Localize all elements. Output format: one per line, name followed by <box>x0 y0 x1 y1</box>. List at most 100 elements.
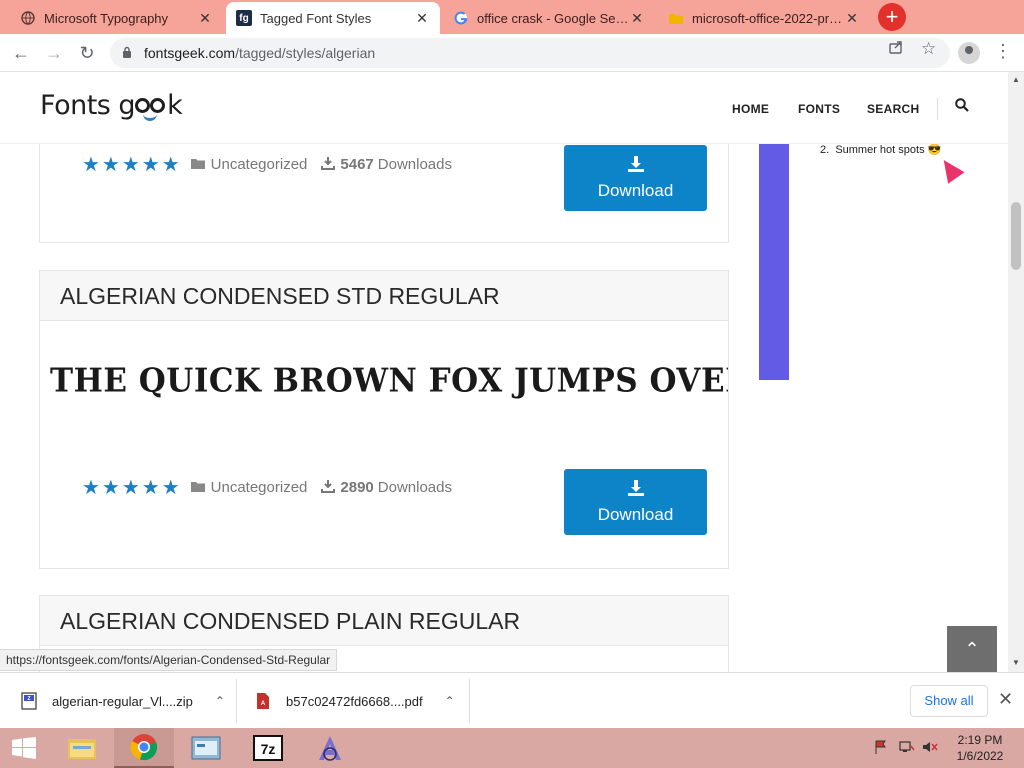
shelf-divider <box>236 679 237 723</box>
google-icon <box>453 10 469 26</box>
chevron-up-icon[interactable]: ⌃ <box>215 694 225 708</box>
download-item-zip[interactable]: Z algerian-regular_Vl....zip ⌃ <box>20 673 225 729</box>
download-icon <box>321 479 336 496</box>
scroll-up-arrow-icon[interactable]: ▲ <box>1012 75 1020 84</box>
scrollbar-thumb[interactable] <box>1011 202 1021 270</box>
downloads-count: 5467 <box>340 156 374 173</box>
back-to-top-button[interactable]: ⌃ <box>947 626 997 672</box>
show-all-downloads-button[interactable]: Show all <box>910 685 988 717</box>
tab-microsoft-office-2022[interactable]: microsoft-office-2022-produ ✕ <box>658 2 870 34</box>
download-filename: algerian-regular_Vl....zip <box>52 693 193 709</box>
nav-divider <box>937 98 938 120</box>
share-icon[interactable] <box>888 39 904 59</box>
close-icon[interactable]: ✕ <box>197 10 213 27</box>
shelf-divider <box>469 679 470 723</box>
download-button[interactable]: Download <box>564 145 707 211</box>
lock-icon <box>122 46 134 61</box>
tab-office-crask-google-search[interactable]: office crask - Google Search ✕ <box>443 2 655 34</box>
sidebar-accent-bar <box>759 144 789 380</box>
logo-text-prefix: Fonts g <box>40 90 136 121</box>
close-icon[interactable]: ✕ <box>629 10 645 27</box>
browser-toolbar: ← → ↻ fontsgeek.com/tagged/styles/algeri… <box>0 34 1024 72</box>
fontsgeek-favicon-icon: fg <box>236 10 252 26</box>
back-arrow-icon[interactable]: ← <box>9 41 33 65</box>
download-button[interactable]: Download <box>564 469 707 535</box>
font-app-icon[interactable] <box>300 728 360 768</box>
search-icon[interactable] <box>955 98 969 116</box>
font-card-title[interactable]: ALGERIAN CONDENSED PLAIN REGULAR <box>40 596 728 646</box>
folder-icon <box>190 480 206 496</box>
sidebar-list-item[interactable]: 2. Summer hot spots 😎 <box>820 143 941 156</box>
volume-muted-icon[interactable] <box>922 740 938 757</box>
tab-title: Microsoft Typography <box>44 10 169 26</box>
category-item[interactable]: Uncategorized <box>190 156 307 173</box>
close-icon[interactable]: ✕ <box>844 10 860 27</box>
file-explorer-icon[interactable] <box>52 728 112 768</box>
browser-tab-strip: Microsoft Typography ✕ fg Tagged Font St… <box>0 0 1024 34</box>
menu-kebab-icon[interactable]: ⋮ <box>994 41 1012 62</box>
category-item[interactable]: Uncategorized <box>190 479 308 496</box>
url-host: fontsgeek.com <box>144 45 236 61</box>
nav-home[interactable]: HOME <box>732 102 769 116</box>
nav-search[interactable]: SEARCH <box>867 102 919 116</box>
folder-icon <box>190 157 206 173</box>
close-icon[interactable]: ✕ <box>414 10 430 27</box>
download-icon <box>564 479 707 500</box>
tab-tagged-font-styles[interactable]: fg Tagged Font Styles ✕ <box>226 2 440 34</box>
tab-microsoft-typography[interactable]: Microsoft Typography ✕ <box>10 2 223 34</box>
fontsgeek-logo[interactable]: Fonts g k <box>40 90 183 121</box>
page-viewport: Fonts g k HOME FONTS SEARCH ★★★★★ Uncateg… <box>0 72 1008 672</box>
chrome-icon[interactable] <box>114 728 174 768</box>
font-card-algerian-condensed-std: ALGERIAN CONDENSED STD REGULAR THE QUICK… <box>39 270 729 569</box>
chevron-up-icon[interactable]: ⌃ <box>445 694 455 708</box>
page-scrollbar[interactable]: ▲ ▼ <box>1008 72 1024 672</box>
font-card-title[interactable]: ALGERIAN CONDENSED STD REGULAR <box>40 271 728 321</box>
tab-title: microsoft-office-2022-produ <box>692 10 844 26</box>
download-filename: b57c02472fd6668....pdf <box>286 693 423 709</box>
tab-title: Tagged Font Styles <box>260 10 372 26</box>
downloads-shelf: Z algerian-regular_Vl....zip ⌃ A b57c024… <box>0 672 1024 728</box>
nav-fonts[interactable]: FONTS <box>798 102 840 116</box>
tab-title: office crask - Google Search <box>477 10 629 26</box>
clock-date: 1/6/2022 <box>956 749 1004 763</box>
scroll-down-arrow-icon[interactable]: ▼ <box>1012 658 1020 667</box>
windows-start-icon[interactable] <box>0 728 48 768</box>
7zip-icon[interactable]: 7z <box>238 728 298 768</box>
pdf-icon: A <box>254 692 272 710</box>
downloads-count: 2890 <box>340 479 374 496</box>
rating-stars-icon: ★★★★★ <box>82 154 182 176</box>
forward-arrow-icon[interactable]: → <box>42 41 66 65</box>
downloads-count-item: 2890 Downloads <box>321 479 452 496</box>
logo-text-suffix: k <box>167 90 183 121</box>
zip-icon: Z <box>20 692 38 710</box>
bookmark-star-icon[interactable]: ☆ <box>921 39 936 59</box>
site-header: Fonts g k HOME FONTS SEARCH <box>0 72 1008 144</box>
flag-icon[interactable] <box>874 740 888 757</box>
font-meta-row: ★★★★★ Uncategorized 5467 Downloads <box>82 152 466 177</box>
mouse-cursor-icon <box>935 154 965 184</box>
reload-icon[interactable]: ↻ <box>75 41 99 65</box>
download-button-label: Download <box>597 181 674 200</box>
svg-text:A: A <box>261 701 266 707</box>
font-preview-text[interactable]: THE QUICK BROWN FOX JUMPS OVER THE LAZY … <box>50 362 728 400</box>
new-tab-button[interactable]: + <box>878 3 906 31</box>
list-text: Summer hot spots 😎 <box>835 144 942 156</box>
windows-taskbar: 7z 2:19 PM 1/6/2022 <box>0 728 1024 768</box>
control-panel-icon[interactable] <box>176 728 236 768</box>
clock-time: 2:19 PM <box>957 733 1003 747</box>
category-label: Uncategorized <box>210 479 308 496</box>
svg-text:7z: 7z <box>261 741 276 757</box>
folder-icon <box>668 10 684 26</box>
url-path: /tagged/styles/algerian <box>235 45 376 61</box>
logo-eyes-icon <box>135 96 167 121</box>
download-button-label: Download <box>597 505 674 524</box>
network-icon[interactable] <box>899 740 915 757</box>
address-bar[interactable]: fontsgeek.com/tagged/styles/algerian <box>110 38 950 68</box>
profile-avatar-icon[interactable] <box>958 42 980 64</box>
font-meta-row: ★★★★★ Uncategorized 2890 Downloads <box>82 475 466 500</box>
svg-text:Z: Z <box>27 696 30 702</box>
download-icon <box>564 155 707 176</box>
taskbar-clock[interactable]: 2:19 PM 1/6/2022 <box>950 732 1010 764</box>
download-item-pdf[interactable]: A b57c02472fd6668....pdf ⌃ <box>254 673 455 729</box>
close-icon[interactable]: ✕ <box>998 689 1013 710</box>
